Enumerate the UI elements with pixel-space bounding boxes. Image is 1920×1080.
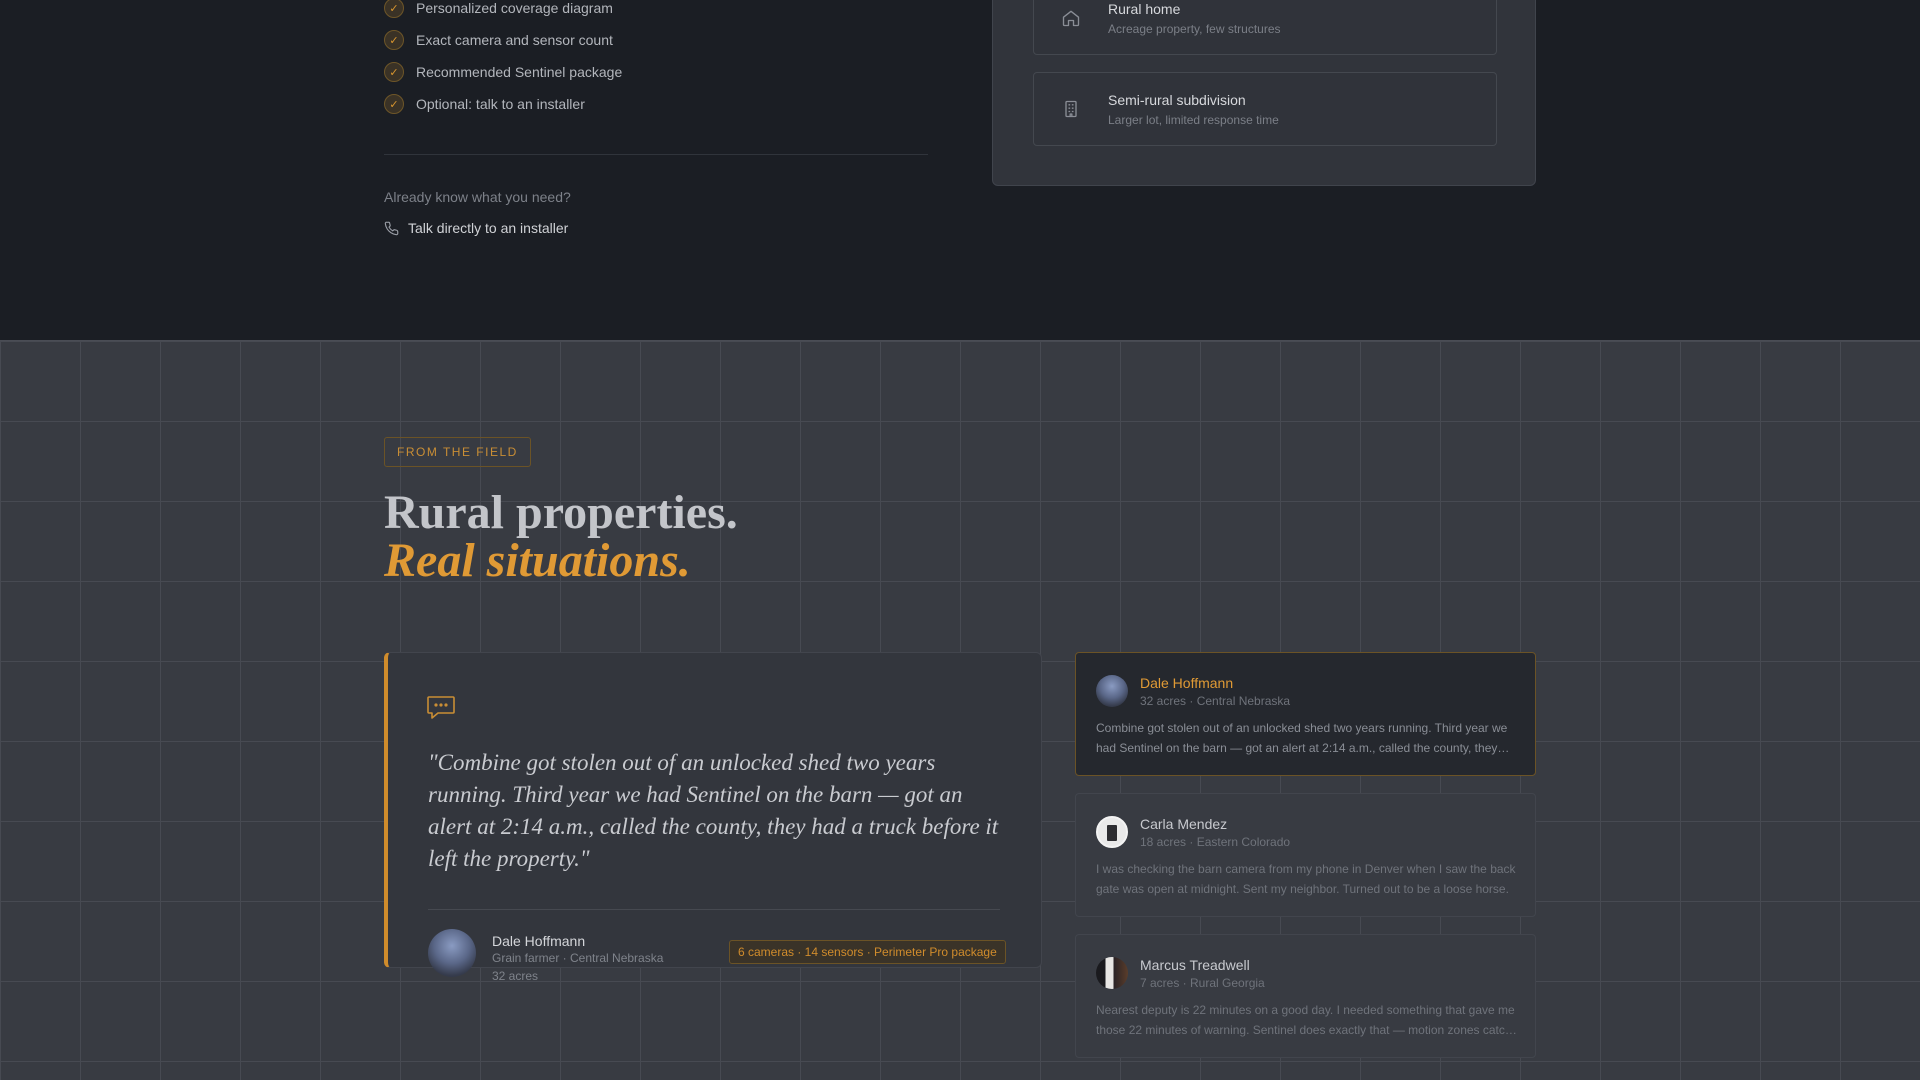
- quote-divider: [428, 909, 1000, 910]
- testimonial-meta: 18 acres · Eastern Colorado: [1140, 835, 1291, 849]
- testimonial-quote: "Combine got stolen out of an unlocked s…: [428, 750, 999, 871]
- option-rural-home[interactable]: Rural home Acreage property, few structu…: [1033, 0, 1497, 55]
- checklist-item-label: Personalized coverage diagram: [416, 0, 613, 16]
- checklist-item: ✓ Optional: talk to an installer: [384, 88, 622, 120]
- check-icon: ✓: [384, 0, 404, 18]
- testimonial-meta: 7 acres · Rural Georgia: [1140, 976, 1265, 990]
- talk-to-installer-link[interactable]: Talk directly to an installer: [384, 220, 568, 236]
- avatar: [428, 929, 476, 977]
- testimonial-excerpt: I was checking the barn camera from my p…: [1096, 862, 1516, 896]
- check-icon: ✓: [384, 62, 404, 82]
- checklist-item: ✓ Personalized coverage diagram: [384, 0, 622, 24]
- option-semi-rural-subdivision[interactable]: Semi-rural subdivision Larger lot, limit…: [1033, 72, 1497, 146]
- testimonial-excerpt: Combine got stolen out of an unlocked sh…: [1096, 721, 1508, 755]
- headline-line-1: Rural properties.: [384, 486, 738, 539]
- avatar: [1096, 675, 1128, 707]
- package-badge: 6 cameras · 14 sensors · Perimeter Pro p…: [729, 940, 1006, 964]
- testimonial-card[interactable]: Carla Mendez 18 acres · Eastern Colorado…: [1075, 793, 1536, 917]
- avatar: [1096, 957, 1128, 989]
- check-icon: ✓: [384, 94, 404, 114]
- home-icon: [1034, 8, 1108, 28]
- testimonial-name: Carla Mendez: [1140, 816, 1228, 832]
- author-role: Grain farmer · Central Nebraska: [492, 951, 664, 965]
- author-acres: 32 acres: [492, 969, 539, 983]
- already-know-text: Already know what you need?: [384, 189, 571, 205]
- checklist-item-label: Exact camera and sensor count: [416, 32, 613, 48]
- top-section: ✓ Personalized coverage diagram ✓ Exact …: [0, 0, 1920, 340]
- property-type-panel: Rural home Acreage property, few structu…: [992, 0, 1536, 186]
- phone-icon: [384, 221, 399, 235]
- checklist-item-label: Recommended Sentinel package: [416, 64, 623, 80]
- option-subtitle: Acreage property, few structures: [1108, 21, 1281, 36]
- option-subtitle: Larger lot, limited response time: [1108, 112, 1279, 127]
- option-title: Semi-rural subdivision: [1108, 91, 1246, 108]
- building-icon: [1034, 99, 1108, 119]
- testimonial-name: Marcus Treadwell: [1140, 957, 1250, 973]
- benefits-checklist: ✓ Personalized coverage diagram ✓ Exact …: [384, 0, 622, 120]
- option-title: Rural home: [1108, 0, 1181, 17]
- testimonial-card[interactable]: Dale Hoffmann 32 acres · Central Nebrask…: [1075, 652, 1536, 776]
- checklist-item-label: Optional: talk to an installer: [416, 96, 585, 112]
- testimonial-meta: 32 acres · Central Nebraska: [1140, 694, 1291, 708]
- headline-line-2: Real situations.: [384, 534, 691, 587]
- testimonial-excerpt: Nearest deputy is 22 minutes on a good d…: [1096, 1003, 1515, 1037]
- testimonials-section: FROM THE FIELD Rural properties. Real si…: [0, 340, 1920, 1080]
- author-name: Dale Hoffmann: [492, 933, 586, 949]
- section-eyebrow: FROM THE FIELD: [384, 437, 531, 467]
- checklist-item: ✓ Exact camera and sensor count: [384, 24, 622, 56]
- speech-bubble-icon: [427, 696, 455, 719]
- checklist-item: ✓ Recommended Sentinel package: [384, 56, 622, 88]
- featured-testimonial: "Combine got stolen out of an unlocked s…: [384, 652, 1042, 983]
- talk-link-label: Talk directly to an installer: [408, 220, 569, 236]
- avatar: [1096, 816, 1128, 848]
- section-headline: Rural properties. Real situations.: [384, 489, 738, 585]
- testimonial-card[interactable]: Marcus Treadwell 7 acres · Rural Georgia…: [1075, 934, 1536, 1058]
- check-icon: ✓: [384, 30, 404, 50]
- testimonial-name: Dale Hoffmann: [1140, 675, 1234, 691]
- section-divider: [384, 154, 928, 155]
